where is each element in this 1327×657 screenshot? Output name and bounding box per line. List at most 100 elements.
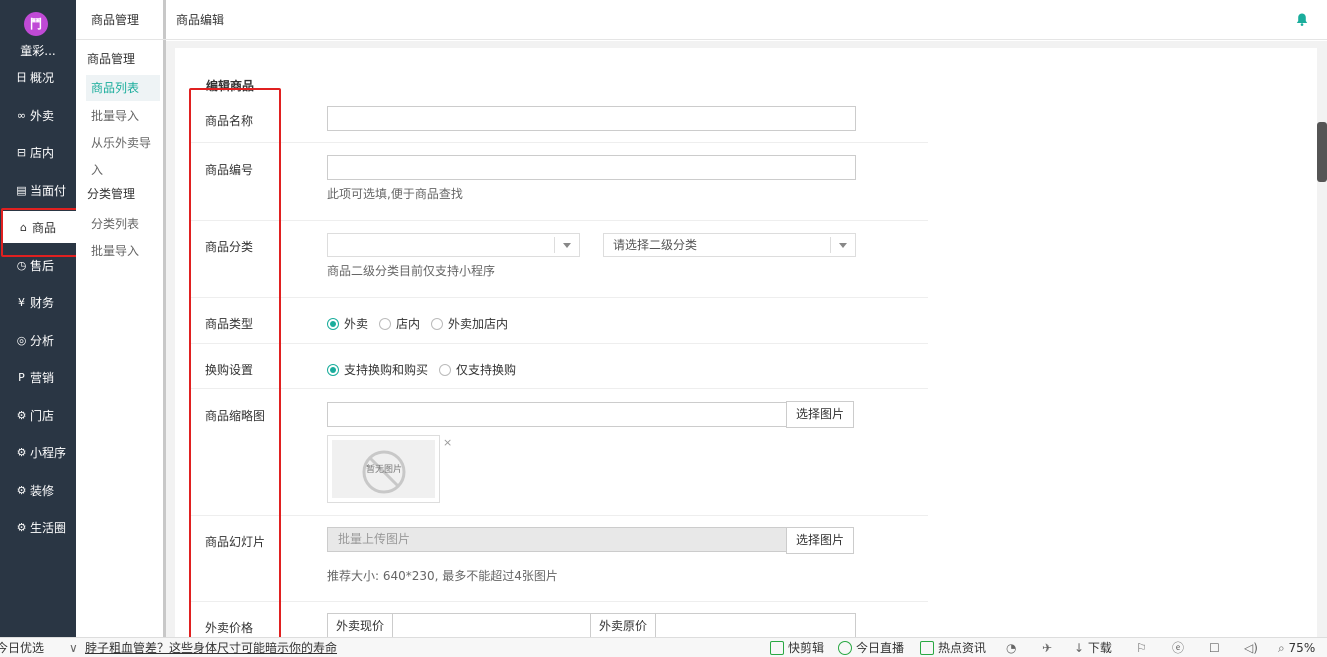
analysis-icon: ◎ bbox=[16, 333, 27, 347]
select-separator bbox=[554, 237, 555, 253]
radio-icon[interactable] bbox=[439, 363, 452, 376]
nav-label: 当面付 bbox=[30, 183, 67, 198]
sub-item-product-list[interactable]: 商品列表 bbox=[86, 75, 160, 101]
nav-item-finance[interactable]: ¥ 财务 bbox=[0, 286, 76, 318]
nav-item-analysis[interactable]: ◎ 分析 bbox=[0, 324, 76, 356]
receipt-icon: ▤ bbox=[16, 183, 27, 197]
quick-edit-item[interactable]: 快剪辑 bbox=[770, 638, 824, 657]
nav-item-takeaway[interactable]: ∞ 外卖 bbox=[0, 99, 76, 131]
nav-item-store[interactable]: ⚙ 门店 bbox=[0, 399, 76, 431]
volume-icon[interactable]: ◁) bbox=[1244, 638, 1258, 657]
takeaway-icon: ∞ bbox=[16, 108, 27, 122]
live-item[interactable]: 今日直播 bbox=[838, 638, 904, 657]
browser-icon[interactable]: ⓔ bbox=[1172, 638, 1184, 657]
scrollbar-thumb[interactable] bbox=[1317, 122, 1327, 182]
row-divider bbox=[190, 388, 928, 389]
sub-sidebar-header: 商品管理 bbox=[76, 0, 166, 40]
shop-name[interactable]: 童彩... bbox=[0, 42, 76, 59]
chevron-down-icon bbox=[563, 243, 571, 248]
zoom-icon: ⌕ bbox=[1278, 641, 1289, 655]
main-sidebar: 鬥 童彩... 日 概况 ∞ 外卖 ⊟ 店内 ▤ 当面付 ⌂ 商品 ◷ 售后 ¥… bbox=[0, 0, 76, 637]
live-label: 今日直播 bbox=[856, 641, 905, 655]
pin-icon[interactable]: ✈ bbox=[1042, 638, 1052, 657]
type-option-takeaway[interactable]: 外卖 bbox=[327, 315, 368, 332]
yen-icon: ¥ bbox=[18, 295, 25, 309]
quick-edit-label: 快剪辑 bbox=[788, 641, 825, 655]
nav-item-overview[interactable]: 日 概况 bbox=[0, 61, 76, 93]
sub-item-batch-import[interactable]: 批量导入 bbox=[91, 107, 139, 124]
nav-label: 概况 bbox=[30, 70, 55, 85]
nav-label: 外卖 bbox=[30, 108, 55, 123]
marketing-icon: P bbox=[18, 370, 25, 384]
store-icon: ⊟ bbox=[16, 145, 27, 159]
select-separator bbox=[830, 237, 831, 253]
video-edit-icon bbox=[770, 641, 784, 655]
speed-icon[interactable]: ◔ bbox=[1006, 638, 1016, 657]
nav-item-decoration[interactable]: ⚙ 装修 bbox=[0, 474, 76, 506]
radio-icon[interactable] bbox=[431, 317, 444, 330]
labels-highlight-box bbox=[189, 88, 281, 641]
sub-item-import-from-other-wrap[interactable]: 入 bbox=[91, 161, 103, 178]
radio-label: 店内 bbox=[396, 317, 421, 331]
code-help-text: 此项可选填,便于商品查找 bbox=[327, 187, 463, 201]
nav-item-face-pay[interactable]: ▤ 当面付 bbox=[0, 174, 76, 206]
row-divider bbox=[190, 297, 928, 298]
download-icon: ↓ bbox=[1074, 641, 1088, 655]
radio-label: 仅支持换购 bbox=[456, 363, 517, 377]
chevron-down-icon bbox=[839, 243, 847, 248]
secondary-category-select[interactable]: 请选择二级分类 bbox=[603, 233, 856, 257]
secondary-category-placeholder: 请选择二级分类 bbox=[613, 238, 698, 252]
exchange-option-both[interactable]: 支持换购和购买 bbox=[327, 361, 428, 378]
nav-label: 营销 bbox=[30, 370, 55, 385]
flag-icon[interactable]: ⚐ bbox=[1136, 638, 1147, 657]
type-option-dine-in[interactable]: 店内 bbox=[379, 315, 420, 332]
original-price-group[interactable]: 外卖原价 bbox=[590, 613, 856, 639]
top-bar: 商品编辑 bbox=[166, 0, 1327, 40]
radio-label: 支持换购和购买 bbox=[344, 363, 429, 377]
nav-label: 售后 bbox=[30, 258, 55, 273]
shop-logo[interactable]: 鬥 bbox=[24, 12, 48, 36]
thumbnail-path-input[interactable] bbox=[327, 402, 787, 427]
nav-label: 财务 bbox=[30, 295, 55, 310]
chevron-down-icon[interactable]: ∨ bbox=[69, 638, 78, 657]
remove-thumbnail-icon[interactable]: × bbox=[443, 436, 452, 449]
exchange-radio-group: 支持换购和购买 仅支持换购 bbox=[327, 361, 527, 378]
nav-item-dine-in[interactable]: ⊟ 店内 bbox=[0, 136, 76, 168]
browser-status-bar: 今日优选 ∨ 脖子粗血管差？这些身体尺寸可能暗示你的寿命 快剪辑 今日直播 热点… bbox=[0, 637, 1327, 657]
current-price-group[interactable]: 外卖现价 bbox=[327, 613, 592, 639]
product-code-input[interactable] bbox=[327, 155, 856, 180]
row-divider bbox=[190, 142, 928, 143]
gear-icon: ⚙ bbox=[16, 520, 27, 534]
after-sale-icon: ◷ bbox=[16, 258, 27, 272]
type-option-both[interactable]: 外卖加店内 bbox=[431, 315, 508, 332]
pick-slides-button[interactable]: 选择图片 bbox=[786, 527, 854, 554]
exchange-option-only[interactable]: 仅支持换购 bbox=[439, 361, 516, 378]
status-left-text[interactable]: 今日优选 bbox=[0, 638, 44, 657]
news-headline-link[interactable]: 脖子粗血管差？这些身体尺寸可能暗示你的寿命 bbox=[85, 638, 337, 657]
nav-label: 门店 bbox=[30, 408, 55, 423]
sub-item-import-from-other[interactable]: 从乐外卖导 bbox=[91, 134, 151, 151]
overview-icon: 日 bbox=[16, 71, 27, 84]
nav-item-life-circle[interactable]: ⚙ 生活圈 bbox=[0, 511, 76, 543]
download-item[interactable]: ↓ 下载 bbox=[1074, 638, 1112, 657]
current-price-addon: 外卖现价 bbox=[328, 614, 394, 638]
nav-label: 装修 bbox=[30, 483, 55, 498]
bell-icon[interactable] bbox=[1296, 13, 1308, 26]
pick-thumbnail-button[interactable]: 选择图片 bbox=[786, 401, 854, 428]
nav-item-marketing[interactable]: P 营销 bbox=[0, 361, 76, 393]
radio-checked-icon[interactable] bbox=[327, 317, 339, 330]
zoom-control[interactable]: ⌕ 75% bbox=[1278, 638, 1315, 657]
primary-category-select[interactable] bbox=[327, 233, 580, 257]
hot-news-item[interactable]: 热点资讯 bbox=[920, 638, 986, 657]
row-divider bbox=[190, 515, 928, 516]
window-icon[interactable]: ☐ bbox=[1209, 638, 1220, 657]
sub-item-category-import[interactable]: 批量导入 bbox=[91, 242, 139, 259]
news-icon bbox=[920, 641, 934, 655]
gear-icon: ⚙ bbox=[16, 445, 27, 459]
radio-icon[interactable] bbox=[379, 317, 392, 330]
nav-item-mini-program[interactable]: ⚙ 小程序 bbox=[0, 436, 76, 468]
radio-checked-icon[interactable] bbox=[327, 363, 339, 376]
product-name-input[interactable] bbox=[327, 106, 856, 131]
sub-group-categories: 分类管理 bbox=[87, 187, 136, 201]
sub-item-category-list[interactable]: 分类列表 bbox=[91, 215, 139, 232]
